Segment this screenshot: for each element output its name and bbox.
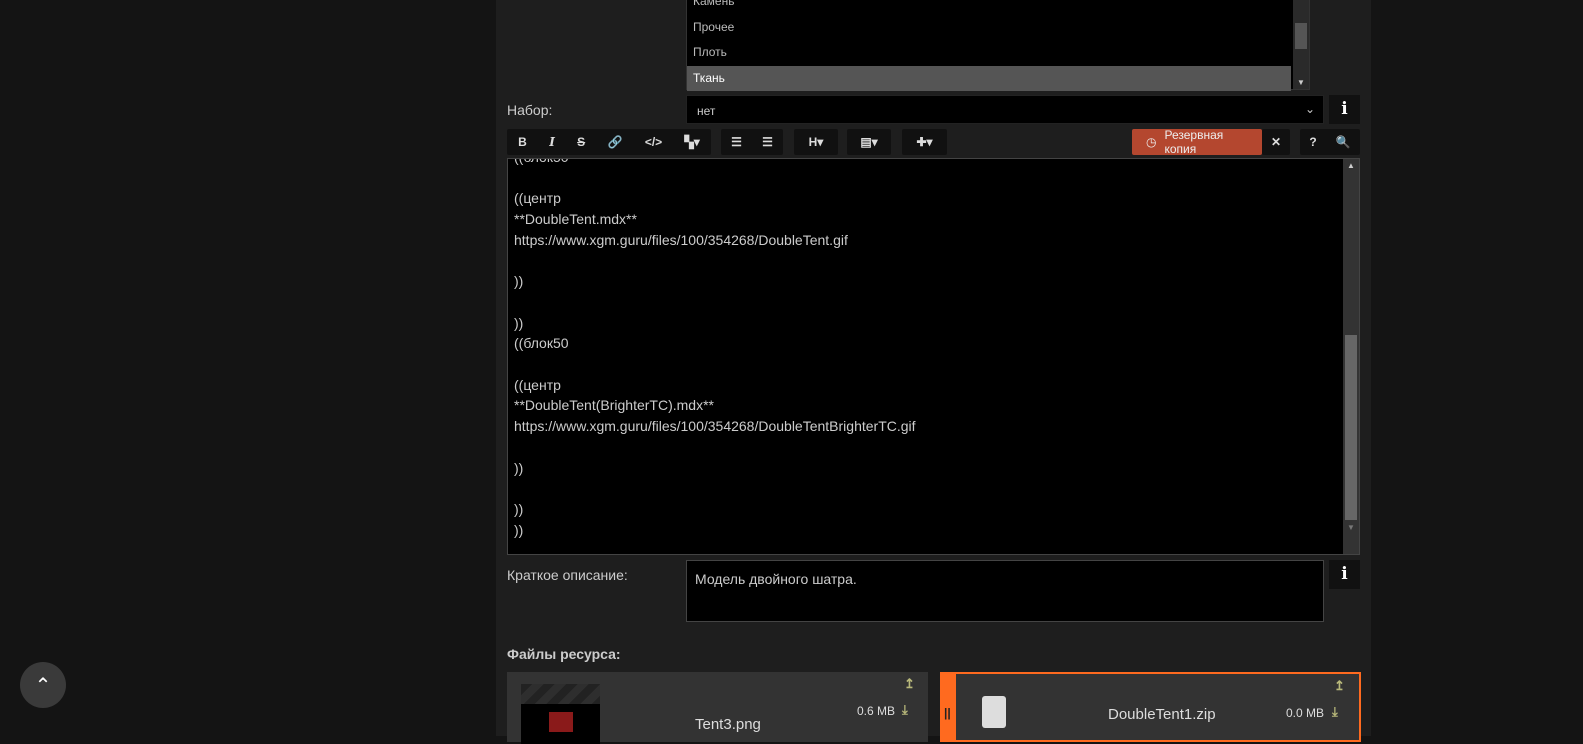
file-size: 0.0 MB	[1286, 706, 1325, 720]
italic-button[interactable]: I	[545, 135, 559, 149]
chevron-down-icon: ⌄	[1304, 102, 1315, 116]
upload-icon[interactable]: ↥	[904, 676, 915, 692]
link-icon[interactable]: 🔗	[604, 135, 627, 149]
editor-text[interactable]: ((блок50 ((центр **DoubleTent.mdx** http…	[508, 159, 1359, 540]
list-option[interactable]: Камень	[687, 0, 1291, 15]
drag-handle[interactable]: ||	[944, 706, 951, 720]
list-option-selected[interactable]: Ткань	[687, 65, 1291, 91]
listbox-scrollbar[interactable]: ▼	[1293, 0, 1309, 89]
code-button[interactable]: </>	[641, 135, 666, 149]
chevron-up-icon: ⌃	[34, 675, 52, 697]
clock-icon: ◷	[1146, 135, 1157, 149]
download-icon[interactable]: ⤓	[902, 702, 908, 718]
help-search-group: ? 🔍	[1300, 129, 1360, 155]
files-heading: Файлы ресурса:	[507, 646, 621, 662]
table-dropdown[interactable]: ▤▾	[847, 129, 891, 155]
help-button[interactable]: ?	[1305, 135, 1320, 149]
align-group: ☰ ☰	[721, 129, 783, 155]
heading-dropdown[interactable]: H▾	[794, 129, 838, 155]
set-label: Набор:	[507, 102, 553, 118]
download-icon[interactable]: ⤓	[1332, 704, 1338, 720]
set-info-button[interactable]: i	[1329, 95, 1360, 124]
file-name: Tent3.png	[695, 716, 761, 733]
file-name: DoubleTent1.zip	[1108, 706, 1216, 723]
strikethrough-button[interactable]: S	[573, 135, 589, 149]
zip-file-icon	[982, 696, 1006, 728]
align-center-button[interactable]: ☰	[727, 135, 746, 149]
search-icon[interactable]: 🔍	[1332, 135, 1355, 149]
list-option[interactable]: Плоть	[687, 40, 1291, 66]
list-option[interactable]: Прочее	[687, 15, 1291, 41]
set-select[interactable]: нет ⌄	[686, 95, 1324, 124]
description-info-button[interactable]: i	[1329, 560, 1360, 589]
file-size: 0.6 MB	[857, 704, 896, 718]
bold-button[interactable]: B	[514, 135, 531, 149]
set-value: нет	[697, 104, 716, 118]
align-right-button[interactable]: ☰	[758, 135, 777, 149]
file-card[interactable]: Tent3.png ↥ 0.6 MB ⤓	[507, 672, 928, 744]
file-card-selected[interactable]: || DoubleTent1.zip ↥ 0.0 MB ⤓	[940, 672, 1361, 742]
close-button[interactable]: ✕	[1262, 129, 1290, 155]
file-thumbnail	[521, 684, 600, 744]
editor-scrollbar[interactable]: ▲ ▼	[1343, 159, 1359, 554]
main-column: Камень Прочее Плоть Ткань ▼ Набор: нет ⌄ …	[496, 0, 1371, 744]
short-description-label: Краткое описание:	[507, 567, 628, 583]
backup-label: Резервная копия	[1164, 128, 1224, 156]
upload-icon[interactable]: ↥	[1334, 678, 1345, 694]
scroll-to-top-button[interactable]: ⌃	[20, 662, 66, 708]
category-listbox[interactable]: Камень Прочее Плоть Ткань ▼	[686, 0, 1310, 91]
format-group: B I S 🔗 </> ▚▾	[507, 129, 711, 155]
backup-button[interactable]: ◷ Резервная копия	[1132, 128, 1262, 156]
plugin-dropdown[interactable]: ✚▾	[902, 129, 947, 155]
color-dropdown[interactable]: ▚▾	[681, 135, 704, 149]
content-editor[interactable]: ((блок50 ((центр **DoubleTent.mdx** http…	[507, 158, 1360, 555]
short-description-input[interactable]: Модель двойного шатра.	[686, 560, 1324, 622]
